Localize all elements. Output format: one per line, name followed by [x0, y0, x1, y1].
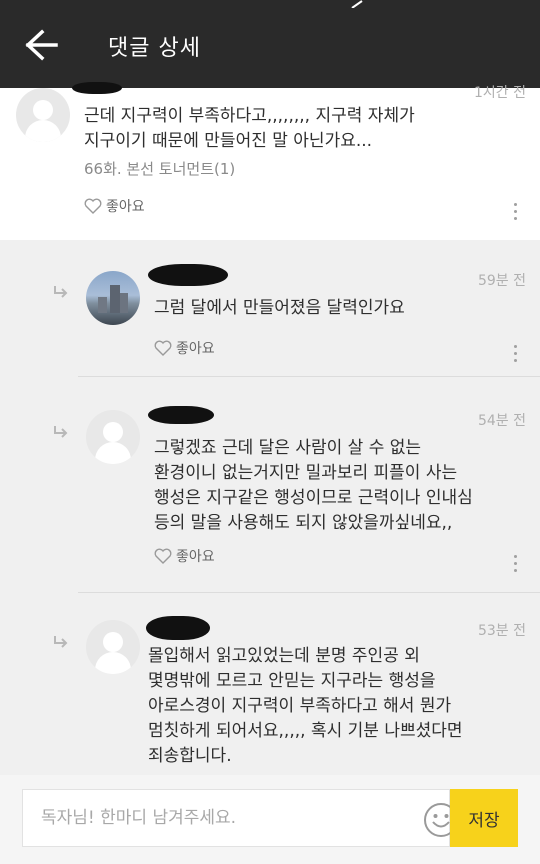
reply-arrow-icon	[54, 426, 68, 438]
episode-link[interactable]: 66화. 본선 토너먼트(1)	[84, 158, 235, 179]
more-vertical-icon	[512, 203, 518, 220]
back-button[interactable]	[22, 28, 62, 62]
heart-icon	[84, 198, 102, 214]
like-button[interactable]: 좋아요	[154, 546, 215, 566]
more-menu-button[interactable]	[512, 200, 518, 224]
more-menu-button[interactable]	[512, 342, 518, 366]
heart-icon	[154, 548, 172, 564]
avatar	[86, 410, 140, 464]
reply-text: 그렇겠죠 근데 달은 사람이 살 수 없는 환경이니 없는거지만 밀과보리 피플…	[154, 438, 473, 533]
avatar	[86, 271, 140, 325]
redacted-username	[148, 264, 228, 286]
redacted-username	[72, 82, 122, 94]
comment-item: 1시간 전 근데 지구력이 부족하다고,,,,,,,, 지구력 자체가 지구이기…	[0, 82, 540, 240]
save-button[interactable]: 저장	[450, 789, 518, 847]
reply-arrow-icon	[54, 286, 68, 298]
decor-mark	[351, 0, 363, 8]
comment-composer: 저장	[0, 775, 540, 864]
replies-list: 59분 전 그럼 달에서 만들어졌음 달력인가요 좋아요 54분 전 그렇겠죠 …	[0, 240, 540, 775]
avatar	[16, 88, 70, 142]
comment-input-box	[22, 789, 458, 847]
reply-time: 53분 전	[477, 623, 526, 639]
like-button[interactable]: 좋아요	[84, 196, 145, 216]
divider	[78, 376, 540, 377]
like-label: 좋아요	[106, 199, 145, 215]
page-title: 댓글 상세	[108, 36, 201, 61]
more-vertical-icon	[512, 345, 518, 362]
like-button[interactable]: 좋아요	[154, 338, 215, 358]
like-label: 좋아요	[176, 549, 215, 565]
redacted-username	[146, 616, 210, 640]
divider	[78, 592, 540, 593]
comment-text: 근데 지구력이 부족하다고,,,,,,,, 지구력 자체가 지구이기 때문에 만…	[84, 106, 415, 151]
reply-text: 몰입해서 읽고있었는데 분명 주인공 외 몇명밖에 모르고 안믿는 지구라는 행…	[148, 646, 463, 766]
comment-time: 1시간 전	[474, 85, 526, 101]
reply-time: 54분 전	[477, 413, 526, 429]
comment-input[interactable]	[23, 790, 403, 846]
more-vertical-icon	[512, 555, 518, 572]
back-arrow-icon	[25, 29, 58, 61]
heart-icon	[154, 340, 172, 356]
avatar	[86, 620, 140, 674]
reply-arrow-icon	[54, 636, 68, 648]
reply-time: 59분 전	[477, 273, 526, 289]
redacted-username	[148, 406, 214, 424]
more-menu-button[interactable]	[512, 552, 518, 576]
like-label: 좋아요	[176, 341, 215, 357]
reply-text: 그럼 달에서 만들어졌음 달력인가요	[154, 298, 405, 318]
app-header: 댓글 상세	[0, 0, 540, 88]
